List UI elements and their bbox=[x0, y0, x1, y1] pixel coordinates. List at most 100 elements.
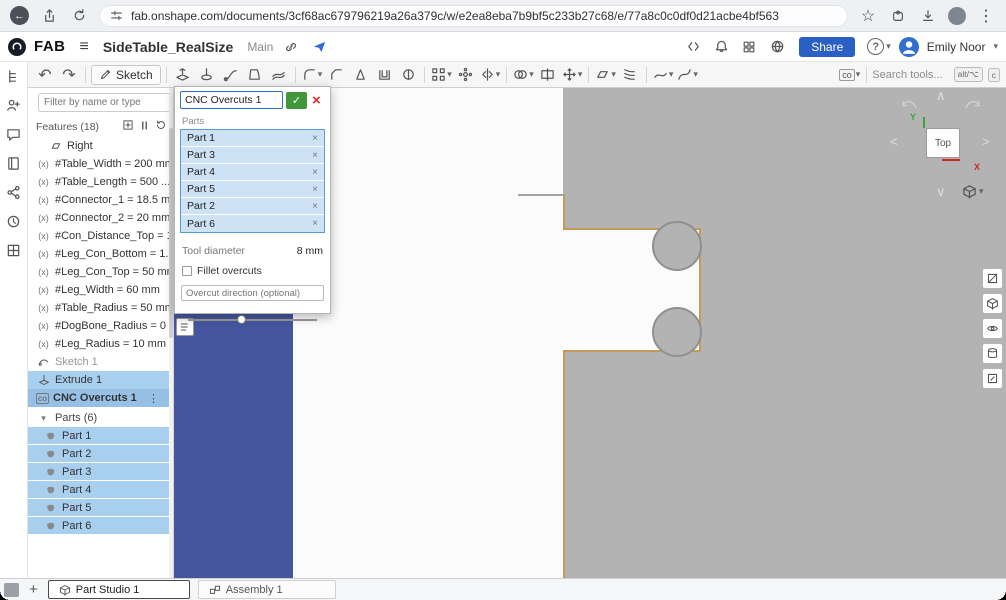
feature-row-right-plane[interactable]: Right bbox=[28, 137, 173, 155]
rotate-ccw-icon[interactable] bbox=[900, 96, 920, 112]
dev-tools-icon[interactable] bbox=[683, 37, 703, 57]
selected-part-item[interactable]: Part 3 × bbox=[181, 147, 324, 164]
part-row[interactable]: Part 1 bbox=[28, 427, 173, 445]
mirror-tool[interactable]: ▾ bbox=[479, 64, 502, 86]
view-options-button[interactable]: ▾ bbox=[962, 184, 984, 199]
boolean-tool[interactable]: ▾ bbox=[512, 64, 535, 86]
collapse-caret-icon[interactable]: ▾ bbox=[36, 413, 51, 424]
feature-row-variable[interactable]: (x) #Connector_1 = 18.5 m... bbox=[28, 191, 173, 209]
publish-icon[interactable] bbox=[309, 37, 329, 57]
parts-section-header[interactable]: ▾ Parts (6) bbox=[28, 409, 173, 427]
part-row[interactable]: Part 4 bbox=[28, 481, 173, 499]
feature-row-sketch1[interactable]: Sketch 1 bbox=[28, 353, 173, 371]
tables-icon[interactable] bbox=[6, 243, 21, 263]
transform-tool[interactable]: ▾ bbox=[561, 64, 584, 86]
plane-tool[interactable]: ▾ bbox=[594, 64, 617, 86]
custom-feature-caret-icon[interactable]: ▾ bbox=[856, 69, 861, 80]
versions-graph-icon[interactable] bbox=[6, 185, 21, 205]
part-row[interactable]: Part 5 bbox=[28, 499, 173, 517]
feature-row-variable[interactable]: (x) #Leg_Width = 60 mm bbox=[28, 281, 173, 299]
tool-diameter-value[interactable]: 8 mm bbox=[297, 245, 323, 257]
feature-row-variable[interactable]: (x) #Connector_2 = 20 mm bbox=[28, 209, 173, 227]
dogbone-overcut-circle[interactable] bbox=[652, 221, 702, 271]
circular-pattern-tool[interactable] bbox=[455, 64, 477, 86]
extrude-tool[interactable] bbox=[172, 64, 194, 86]
feature-row-variable[interactable]: (x) #DogBone_Radius = 0 ... bbox=[28, 317, 173, 335]
help-menu[interactable]: ? ▾ bbox=[867, 38, 891, 55]
curve-tool[interactable]: ▾ bbox=[676, 64, 699, 86]
selected-part-item[interactable]: Part 1 × bbox=[181, 130, 324, 147]
custom-feature-tool[interactable]: co ▾ bbox=[838, 64, 861, 86]
appearance-button[interactable] bbox=[982, 343, 1003, 364]
feature-row-variable[interactable]: (x) #Leg_Con_Bottom = 1... bbox=[28, 245, 173, 263]
confirm-button[interactable]: ✓ bbox=[286, 91, 307, 109]
rotate-cw-icon[interactable] bbox=[962, 96, 982, 112]
rotate-left-icon[interactable]: < bbox=[890, 134, 898, 149]
document-outline-icon[interactable] bbox=[6, 69, 21, 89]
onshape-logo-icon[interactable] bbox=[8, 37, 26, 56]
draft-tool[interactable] bbox=[349, 64, 371, 86]
download-icon[interactable] bbox=[918, 6, 938, 26]
cancel-button[interactable]: × bbox=[310, 93, 323, 108]
linear-pattern-tool[interactable]: ▾ bbox=[430, 64, 453, 86]
surface-tool[interactable]: ▾ bbox=[652, 64, 675, 86]
notes-icon[interactable] bbox=[6, 156, 21, 176]
selected-part-item[interactable]: Part 5 × bbox=[181, 181, 324, 198]
selected-part-item[interactable]: Part 6 × bbox=[181, 215, 324, 232]
undo-button[interactable]: ↶ bbox=[34, 64, 56, 86]
loft-tool[interactable] bbox=[244, 64, 266, 86]
remove-part-icon[interactable]: × bbox=[312, 184, 318, 195]
share-page-icon[interactable] bbox=[39, 6, 59, 26]
section-view-button[interactable] bbox=[982, 268, 1003, 289]
notifications-bell-icon[interactable] bbox=[711, 37, 731, 57]
overcut-direction-input[interactable] bbox=[181, 285, 324, 301]
app-store-grid-icon[interactable] bbox=[739, 37, 759, 57]
mirror-caret-icon[interactable]: ▾ bbox=[496, 69, 501, 80]
feature-row-variable[interactable]: (x) #Con_Distance_Top = 1... bbox=[28, 227, 173, 245]
feature-row-variable[interactable]: (x) #Leg_Con_Top = 50 mm bbox=[28, 263, 173, 281]
parts-selection-list[interactable]: Part 1 × Part 3 × Part 4 × Part 5 × Part… bbox=[180, 129, 325, 233]
curve-caret-icon[interactable]: ▾ bbox=[693, 69, 698, 80]
remove-part-icon[interactable]: × bbox=[312, 167, 318, 178]
boolean-caret-icon[interactable]: ▾ bbox=[529, 69, 534, 80]
bookmark-star-icon[interactable]: ☆ bbox=[858, 6, 878, 26]
url-bar[interactable]: fab.onshape.com/documents/3cf68ac6797962… bbox=[99, 4, 848, 27]
thicken-tool[interactable] bbox=[268, 64, 290, 86]
rotate-down-icon[interactable]: ∨ bbox=[936, 184, 946, 200]
copy-link-icon[interactable] bbox=[281, 37, 301, 57]
browser-profile-avatar[interactable] bbox=[948, 6, 966, 25]
hole-tool[interactable] bbox=[397, 64, 419, 86]
browser-menu-icon[interactable]: ⋮ bbox=[976, 6, 996, 26]
chamfer-tool[interactable] bbox=[325, 64, 347, 86]
insert-feature-icon[interactable] bbox=[122, 119, 134, 134]
dogbone-overcut-circle[interactable] bbox=[652, 307, 702, 357]
rotate-up-icon[interactable]: ∧ bbox=[936, 88, 946, 104]
view-cube-top-face[interactable]: Top bbox=[926, 128, 960, 158]
hide-show-button[interactable] bbox=[982, 318, 1003, 339]
extensions-icon[interactable] bbox=[888, 6, 908, 26]
pattern-caret-icon[interactable]: ▾ bbox=[447, 69, 452, 80]
reload-icon[interactable] bbox=[69, 6, 89, 26]
add-tab-button[interactable]: + bbox=[29, 581, 38, 598]
user-menu-caret-icon[interactable]: ▾ bbox=[993, 41, 998, 52]
filter-input[interactable] bbox=[38, 93, 173, 112]
fillet-caret-icon[interactable]: ▾ bbox=[318, 69, 323, 80]
dialog-slider[interactable] bbox=[188, 315, 317, 325]
globe-icon[interactable] bbox=[767, 37, 787, 57]
transform-caret-icon[interactable]: ▾ bbox=[578, 69, 583, 80]
feature-row-extrude1[interactable]: Extrude 1 bbox=[28, 371, 173, 389]
share-users-icon[interactable] bbox=[6, 98, 21, 118]
remove-part-icon[interactable]: × bbox=[312, 218, 318, 229]
tab-part-studio[interactable]: Part Studio 1 bbox=[47, 580, 190, 599]
user-avatar[interactable] bbox=[898, 36, 919, 57]
workspace-label[interactable]: Main bbox=[247, 40, 273, 54]
share-button[interactable]: Share bbox=[799, 36, 856, 57]
remove-part-icon[interactable]: × bbox=[312, 201, 318, 212]
surface-caret-icon[interactable]: ▾ bbox=[669, 69, 674, 80]
split-tool[interactable] bbox=[537, 64, 559, 86]
feature-row-variable[interactable]: (x) #Table_Width = 200 mm bbox=[28, 155, 173, 173]
sketch-button[interactable]: Sketch bbox=[91, 64, 161, 85]
back-icon[interactable]: ← bbox=[10, 6, 29, 25]
fillet-overcuts-checkbox[interactable] bbox=[182, 266, 192, 276]
helix-tool[interactable] bbox=[619, 64, 641, 86]
